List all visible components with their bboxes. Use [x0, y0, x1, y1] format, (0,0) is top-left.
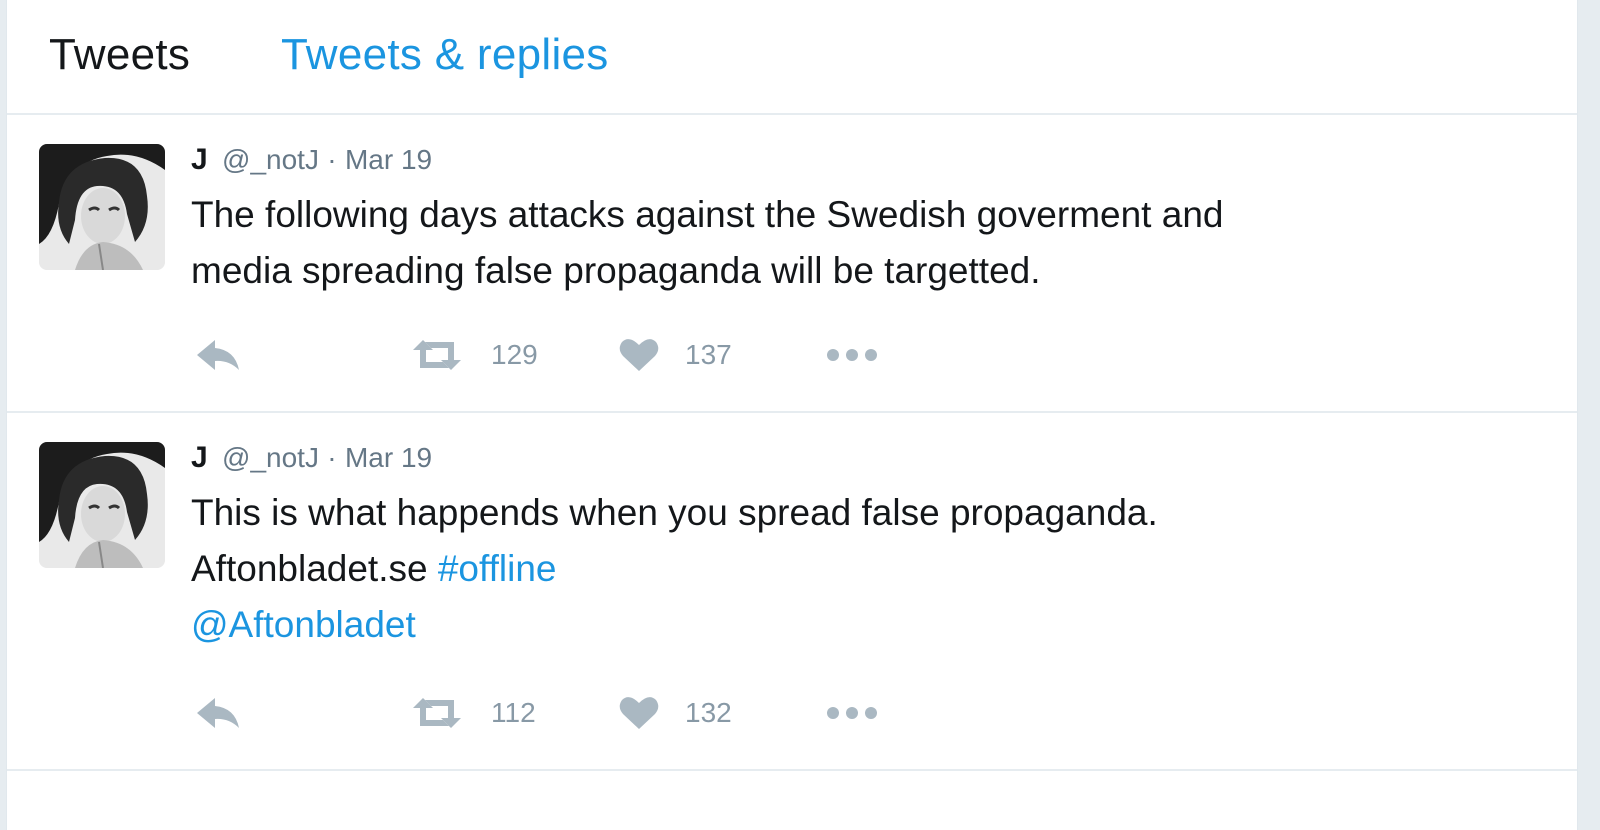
- avatar-image: [39, 144, 165, 270]
- header-separator: ·: [327, 442, 337, 473]
- heart-icon: [619, 339, 659, 371]
- more-icon: [827, 349, 877, 361]
- tweet-actions: 129 137: [195, 335, 915, 375]
- tweet-text-line: This is what happends when you spread fa…: [191, 492, 1158, 533]
- tweet-author-name[interactable]: J: [191, 441, 208, 474]
- tweet-text-domain: Aftonbladet.se: [191, 548, 428, 589]
- retweet-icon: [413, 340, 461, 370]
- header-separator: ·: [327, 144, 337, 175]
- retweet-count: 129: [491, 339, 538, 370]
- hashtag-link[interactable]: #offline: [438, 548, 557, 589]
- tweet-author-handle[interactable]: @_notJ: [222, 144, 319, 175]
- reply-button[interactable]: [195, 335, 241, 375]
- tweet-author-name[interactable]: J: [191, 143, 208, 176]
- like-count: 132: [685, 697, 732, 728]
- heart-icon: [619, 697, 659, 729]
- avatar[interactable]: [39, 442, 165, 568]
- more-icon: [827, 707, 877, 719]
- retweet-count: 112: [491, 697, 536, 728]
- retweet-button[interactable]: 129: [409, 335, 538, 375]
- more-button[interactable]: [825, 335, 879, 375]
- tweet-text: The following days attacks against the S…: [191, 187, 1521, 299]
- tweet-header: J @_notJ · Mar 19: [191, 143, 432, 177]
- timeline-tabs: Tweets Tweets & replies: [7, 0, 1577, 115]
- like-button[interactable]: 137: [619, 335, 732, 375]
- tweet-date[interactable]: Mar 19: [345, 442, 432, 473]
- reply-button[interactable]: [195, 693, 241, 733]
- more-button[interactable]: [825, 693, 879, 733]
- tweet[interactable]: J @_notJ · Mar 19 The following days att…: [7, 115, 1577, 413]
- tweet-header: J @_notJ · Mar 19: [191, 441, 432, 475]
- avatar[interactable]: [39, 144, 165, 270]
- tab-tweets-and-replies[interactable]: Tweets & replies: [281, 30, 609, 80]
- like-button[interactable]: 132: [619, 693, 732, 733]
- tweet-text-line: @Aftonbladet: [191, 597, 1521, 653]
- tweet-text-line: media spreading false propaganda will be…: [191, 250, 1041, 291]
- tweet-author-handle[interactable]: @_notJ: [222, 442, 319, 473]
- retweet-icon: [413, 698, 461, 728]
- retweet-button[interactable]: 112: [409, 693, 536, 733]
- mention-link[interactable]: @Aftonbladet: [191, 604, 416, 645]
- tab-tweets[interactable]: Tweets: [49, 30, 190, 80]
- tweet-text-line: The following days attacks against the S…: [191, 194, 1224, 235]
- tweet-date[interactable]: Mar 19: [345, 144, 432, 175]
- tweet-text: This is what happends when you spread fa…: [191, 485, 1521, 653]
- avatar-image: [39, 442, 165, 568]
- reply-icon: [197, 698, 239, 728]
- tweet[interactable]: J @_notJ · Mar 19 This is what happends …: [7, 413, 1577, 771]
- like-count: 137: [685, 339, 732, 370]
- reply-icon: [197, 340, 239, 370]
- tweet-text-line: Aftonbladet.se #offline: [191, 541, 1521, 597]
- tweet-actions: 112 132: [195, 693, 915, 733]
- profile-timeline: Tweets Tweets & replies J @_notJ · Mar 1…: [6, 0, 1578, 830]
